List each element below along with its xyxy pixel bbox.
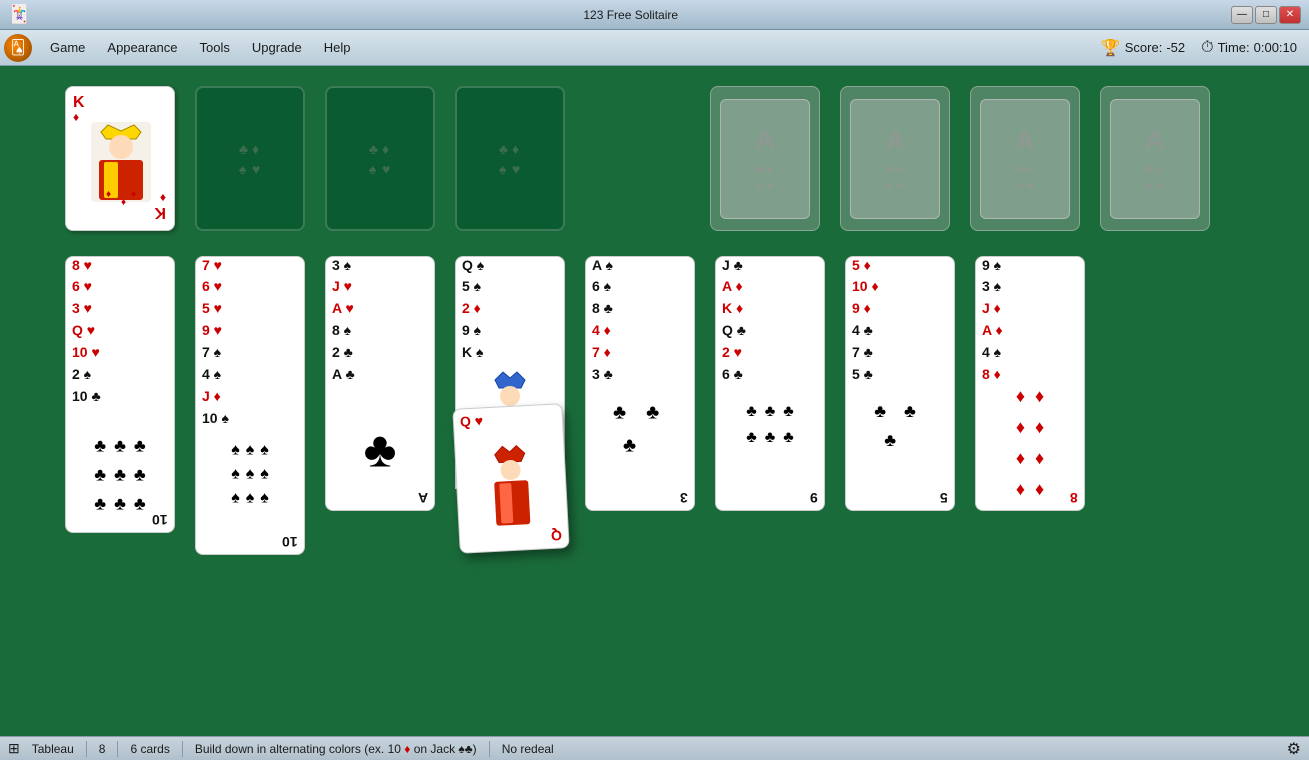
- divider-2: [117, 741, 118, 757]
- menu-appearance[interactable]: Appearance: [97, 36, 187, 59]
- menu-bar: 🂡 Game Appearance Tools Upgrade Help 🏆 S…: [0, 30, 1309, 66]
- card-10d[interactable]: 10 ♦: [845, 278, 955, 300]
- svg-text:K: K: [154, 204, 166, 221]
- card-5h[interactable]: 5 ♥: [195, 300, 305, 322]
- foundation-slot-1[interactable]: A ♣♦♠♥: [710, 86, 820, 231]
- card-7h[interactable]: 7 ♥: [195, 256, 305, 278]
- maximize-button[interactable]: □: [1255, 6, 1277, 24]
- card-2d[interactable]: 2 ♦: [455, 300, 565, 322]
- divider-3: [182, 741, 183, 757]
- card-8h[interactable]: 8 ♥: [65, 256, 175, 278]
- title-bar: 🃏 123 Free Solitaire — □ ✕: [0, 0, 1309, 30]
- card-4h[interactable]: 4 ♠: [975, 344, 1085, 366]
- svg-text:♦: ♦: [121, 197, 126, 208]
- menu-items: Game Appearance Tools Upgrade Help: [40, 36, 1101, 59]
- card-7c[interactable]: 7 ♣: [845, 344, 955, 366]
- divider-4: [489, 741, 490, 757]
- window-title: 123 Free Solitaire: [30, 8, 1231, 22]
- card-4c[interactable]: 4 ♣: [845, 322, 955, 344]
- card-5c[interactable]: 5 ♣ ♣♣ ♣ 5: [845, 366, 955, 511]
- time-value: 0:00:10: [1254, 40, 1297, 55]
- score-area: 🏆 Score: -52 ⏱ Time: 0:00:10: [1101, 38, 1305, 58]
- redeal-rule: No redeal: [502, 742, 554, 756]
- score-display: 🏆 Score: -52: [1101, 38, 1185, 58]
- card-7d[interactable]: 7 ♦: [585, 344, 695, 366]
- stock-slot-1[interactable]: K ♦ K ♦ ♦ ♦ ♦: [65, 86, 175, 231]
- card-6s[interactable]: 6 ♠: [585, 278, 695, 300]
- card-5s[interactable]: 5 ♠: [455, 278, 565, 300]
- card-9h2[interactable]: 9 ♠: [975, 256, 1085, 278]
- card-2c[interactable]: 2 ♣: [325, 344, 435, 366]
- status-bar: ⊞ Tableau 8 6 cards Build down in altern…: [0, 736, 1309, 760]
- svg-text:♦: ♦: [131, 189, 136, 200]
- card-as[interactable]: A ♠: [585, 256, 695, 278]
- card-4d[interactable]: 4 ♦: [585, 322, 695, 344]
- card-ad[interactable]: A ♦: [715, 278, 825, 300]
- card-4s[interactable]: 4 ♠: [195, 366, 305, 388]
- foundation-slot-3[interactable]: A ♣♦♠♥: [970, 86, 1080, 231]
- card-8c[interactable]: 8 ♣: [585, 300, 695, 322]
- minimize-button[interactable]: —: [1231, 6, 1253, 24]
- menu-game[interactable]: Game: [40, 36, 95, 59]
- card-count: 6 cards: [130, 742, 169, 756]
- card-9c[interactable]: 6 ♣ ♣♣♣ ♣♣♣ 9: [715, 366, 825, 511]
- svg-text:♦: ♦: [106, 189, 111, 200]
- card-3d[interactable]: 3 ♠: [975, 278, 1085, 300]
- card-jc[interactable]: J ♣: [715, 256, 825, 278]
- menu-upgrade[interactable]: Upgrade: [242, 36, 312, 59]
- game-area[interactable]: K ♦ K ♦ ♦ ♦ ♦ ♣ ♦ ♠ ♥: [0, 66, 1309, 736]
- card-8d[interactable]: 8 ♦ ♦♦ ♦♦ ♦♦ ♦♦ 8: [975, 366, 1085, 511]
- foundation-slot-2[interactable]: A ♣♦♠♥: [840, 86, 950, 231]
- card-9d[interactable]: 9 ♦: [845, 300, 955, 322]
- card-a2[interactable]: A ♦: [975, 322, 1085, 344]
- card-3c[interactable]: 3 ♣ ♣♣ ♣ 3: [585, 366, 695, 511]
- menu-tools[interactable]: Tools: [190, 36, 240, 59]
- column-count: 8: [99, 742, 106, 756]
- build-rule: Build down in alternating colors (ex. 10…: [195, 742, 477, 756]
- card-10s[interactable]: 10 ♠ ♠♠♠ ♠♠♠ ♠♠♠ 10: [195, 410, 305, 555]
- card-2h[interactable]: 2 ♥: [715, 344, 825, 366]
- svg-text:♦: ♦: [73, 110, 79, 124]
- card-3h[interactable]: 3 ♥: [65, 300, 175, 322]
- card-2s[interactable]: 2 ♠: [65, 366, 175, 388]
- window-controls: — □ ✕: [1231, 6, 1301, 24]
- game-type: Tableau: [32, 742, 74, 756]
- card-8s[interactable]: 8 ♠: [325, 322, 435, 344]
- card-9h[interactable]: 9 ♥: [195, 322, 305, 344]
- card-10h[interactable]: 10 ♥: [65, 344, 175, 366]
- status-icon: ⊞: [8, 740, 20, 757]
- time-label: Time:: [1218, 40, 1250, 55]
- svg-text:♦: ♦: [160, 191, 166, 205]
- menu-help[interactable]: Help: [314, 36, 361, 59]
- dragged-queen-hearts[interactable]: Q ♥ Q: [452, 403, 569, 554]
- card-js[interactable]: J ♦: [975, 300, 1085, 322]
- settings-icon[interactable]: ⚙: [1287, 739, 1301, 759]
- foundation-slot-4[interactable]: A ♣♦♠♥: [1100, 86, 1210, 231]
- card-qc[interactable]: Q ♣: [715, 322, 825, 344]
- close-button[interactable]: ✕: [1279, 6, 1301, 24]
- card-ac[interactable]: A ♣ ♣ A: [325, 366, 435, 511]
- card-3s[interactable]: 3 ♠: [325, 256, 435, 278]
- card-jd[interactable]: J ♦: [195, 388, 305, 410]
- stock-slot-2[interactable]: ♣ ♦ ♠ ♥: [195, 86, 305, 231]
- card-jh[interactable]: J ♥: [325, 278, 435, 300]
- card-10c[interactable]: 10 ♣ ♣♣♣ ♣♣♣ ♣♣♣ 10: [65, 388, 175, 533]
- card-qh[interactable]: Q ♥: [65, 322, 175, 344]
- score-value: -52: [1166, 40, 1185, 55]
- stock-slot-4[interactable]: ♣ ♦ ♠ ♥: [455, 86, 565, 231]
- app-logo: 🂡: [4, 34, 32, 62]
- card-qs[interactable]: Q ♠: [455, 256, 565, 278]
- card-7s[interactable]: 7 ♠: [195, 344, 305, 366]
- svg-text:K: K: [73, 94, 85, 111]
- card-ah[interactable]: A ♥: [325, 300, 435, 322]
- time-display: ⏱ Time: 0:00:10: [1201, 39, 1297, 57]
- stock-slot-3[interactable]: ♣ ♦ ♠ ♥: [325, 86, 435, 231]
- divider-1: [86, 741, 87, 757]
- score-label: Score:: [1125, 40, 1163, 55]
- card-5d[interactable]: 5 ♦: [845, 256, 955, 278]
- card-6h2[interactable]: 6 ♥: [195, 278, 305, 300]
- card-6h[interactable]: 6 ♥: [65, 278, 175, 300]
- card-kd[interactable]: K ♦: [715, 300, 825, 322]
- card-9s[interactable]: 9 ♠: [455, 322, 565, 344]
